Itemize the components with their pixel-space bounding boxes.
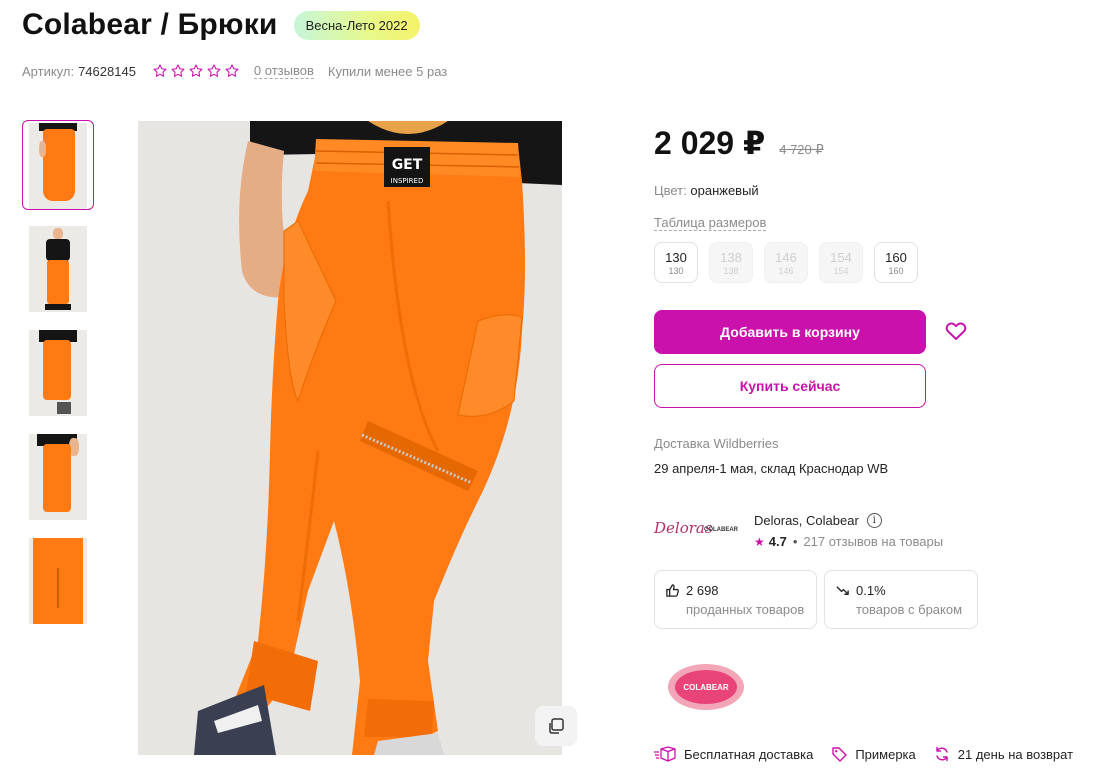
color-value: оранжевый [690, 183, 759, 198]
brand-logo[interactable]: COLABEAR [668, 664, 744, 710]
main-product-image[interactable]: GET INSPIRED [138, 121, 562, 755]
seller-name-row: Deloras, Colabear i [754, 513, 943, 528]
defect-stat-card: 0.1% товаров с браком [824, 570, 978, 629]
color-label: Цвет: [654, 183, 687, 198]
sku-value[interactable]: 74628145 [78, 64, 136, 79]
copy-icon [549, 718, 564, 734]
size-table-link[interactable]: Таблица размеров [654, 215, 767, 231]
star-filled-icon: ★ [754, 534, 765, 549]
star-empty-icon [153, 64, 167, 77]
star-empty-icon [225, 64, 239, 77]
seller-block: Deloras COLABEAR Deloras, Colabear i ★ 4… [654, 513, 943, 549]
feature-fitting: Примерка [831, 746, 916, 762]
product-meta: Артикул: 74628145 0 отзывов Купили менее… [22, 63, 447, 79]
size-option[interactable]: 154 154 [819, 242, 863, 283]
size-sub: 146 [778, 266, 794, 276]
gallery-thumbnail[interactable] [22, 120, 94, 210]
gallery-thumbnail[interactable] [22, 536, 94, 626]
bought-count: Купили менее 5 раз [327, 63, 448, 79]
seller-logo[interactable]: Deloras COLABEAR [654, 513, 740, 549]
box-icon [654, 746, 676, 762]
seller-reviews: 217 отзывов на товары [803, 534, 944, 549]
trend-down-icon [836, 586, 849, 595]
season-badge: Весна-Лето 2022 [293, 10, 420, 40]
color-row: Цвет: оранжевый [654, 183, 759, 198]
favorite-heart-icon[interactable] [944, 319, 968, 343]
buy-now-button[interactable]: Купить сейчас [654, 364, 926, 408]
defect-rate: 0.1% [856, 583, 886, 598]
star-empty-icon [207, 64, 221, 77]
size-label: 130 [665, 250, 687, 265]
sold-label: проданных товаров [686, 602, 805, 617]
sku-label: Артикул: [22, 63, 75, 79]
separator-dot: • [792, 534, 798, 549]
product-title: Colabear / Брюки [22, 8, 278, 41]
seller-rating-row: ★ 4.7 • 217 отзывов на товары [754, 534, 943, 549]
rating-stars [152, 63, 242, 79]
gallery-thumbnails [22, 120, 94, 640]
size-label: 160 [885, 250, 907, 265]
size-sub: 130 [668, 266, 684, 276]
feature-label: Бесплатная доставка [684, 746, 814, 762]
product-photo: GET INSPIRED [138, 121, 562, 755]
gallery-thumbnail[interactable] [22, 432, 94, 522]
price-row: 2 029 ₽ 4 720 ₽ [654, 124, 824, 162]
gallery-thumbnail[interactable] [22, 328, 94, 418]
title-row: Colabear / Брюки Весна-Лето 2022 [22, 8, 420, 42]
size-sub: 154 [833, 266, 849, 276]
size-option[interactable]: 138 138 [709, 242, 753, 283]
star-empty-icon [171, 64, 185, 77]
seller-rating: 4.7 [768, 534, 787, 549]
reviews-link[interactable]: 0 отзывов [253, 63, 314, 79]
brand-logo-text: COLABEAR [675, 670, 737, 704]
delivery-date: 29 апреля-1 мая, склад Краснодар WB [654, 461, 889, 476]
refresh-icon [936, 746, 948, 762]
tag-icon [832, 747, 848, 762]
tshirt-print-sub: INSPIRED [391, 177, 424, 185]
add-to-cart-button[interactable]: Добавить в корзину [654, 310, 926, 354]
current-price: 2 029 ₽ [654, 125, 766, 161]
seller-name[interactable]: Deloras, Colabear [754, 513, 859, 528]
thumbnail-image [29, 123, 87, 209]
feature-free-delivery: Бесплатная доставка [654, 746, 813, 762]
size-sub: 160 [888, 266, 904, 276]
size-label: 154 [830, 250, 852, 265]
seller-info: Deloras, Colabear i ★ 4.7 • 217 отзывов … [754, 513, 943, 549]
thumbnail-image [29, 434, 87, 520]
tshirt-print-text: GET [392, 157, 423, 173]
defect-label: товаров с браком [856, 602, 963, 617]
thumbnail-image [29, 538, 87, 624]
sold-count: 2 698 [686, 583, 719, 598]
feature-label: Примерка [855, 746, 916, 762]
size-selector: 130 130 138 138 146 146 154 154 160 160 [654, 242, 929, 283]
gallery-thumbnail[interactable] [22, 224, 94, 314]
expand-image-button[interactable] [535, 706, 577, 746]
size-option[interactable]: 160 160 [874, 242, 918, 283]
old-price: 4 720 ₽ [779, 142, 824, 157]
feature-label: 21 день на возврат [957, 746, 1074, 762]
seller-logo-sub: COLABEAR [704, 527, 738, 533]
sold-stat-card: 2 698 проданных товаров [654, 570, 817, 629]
info-icon[interactable]: i [866, 513, 882, 528]
size-label: 138 [720, 250, 742, 265]
thumbnail-image [29, 226, 87, 312]
thumbs-up-icon [666, 584, 679, 597]
size-option[interactable]: 130 130 [654, 242, 698, 283]
feature-return: 21 день на возврат [934, 746, 1073, 762]
delivery-label: Доставка Wildberries [654, 436, 779, 451]
size-sub: 138 [723, 266, 739, 276]
features-row: Бесплатная доставка Примерка 21 день на … [654, 746, 1091, 762]
size-label: 146 [775, 250, 797, 265]
thumbnail-image [29, 330, 87, 416]
star-empty-icon [189, 64, 203, 77]
size-option[interactable]: 146 146 [764, 242, 808, 283]
